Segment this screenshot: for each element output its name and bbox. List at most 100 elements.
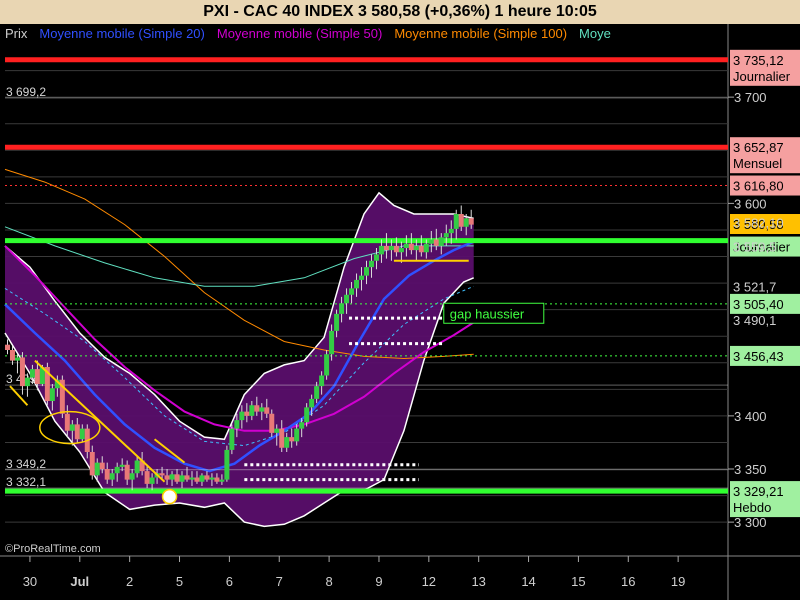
x-tick-label: 8 [325,574,332,589]
candle-body [428,239,434,244]
candle-body [279,428,285,448]
candle-body [214,477,220,482]
candle-body [4,344,10,350]
y-faint-label: 3 582,10 [733,215,784,230]
legend-item: Moyenne mobile (Simple 50) [217,26,382,41]
candle-body [468,218,474,225]
candle-body [453,214,459,229]
legend-item: Prix [5,26,28,41]
x-tick-label: 13 [471,574,485,589]
level-left-label: 3 332,1 [6,475,46,489]
level-sublabel: Journalier [733,69,791,84]
level-label: 3 329,21 [733,484,784,499]
candle-body [393,245,399,253]
level-label: 3 505,40 [733,297,784,312]
candle-body [9,350,15,361]
candle-body [249,405,255,416]
candle-body [398,248,404,253]
candle-body [109,473,115,480]
candle-body [364,267,369,276]
x-tick-label: Jul [70,574,89,589]
candle-body [418,245,424,253]
candle-body [234,420,240,429]
candle-body [309,398,315,408]
candle-body [174,474,180,482]
candle-body [438,237,444,246]
candle-body [89,452,95,476]
candle-body [99,462,105,469]
level-sublabel: Hebdo [733,500,771,515]
x-tick-label: 2 [126,574,133,589]
candle-body [29,369,35,378]
candle-body [314,386,320,399]
candle-body [423,243,429,253]
level-label: 3 616,80 [733,179,784,194]
candle-body [229,428,235,450]
candle-body [269,413,275,433]
legend: Prix Moyenne mobile (Simple 20) Moyenne mo… [5,26,611,41]
candle-body [443,233,449,238]
signal-circle [161,488,178,505]
legend-item: Moye [579,26,611,41]
level-left-label: 3 699,2 [6,85,46,99]
candle-body [284,437,290,448]
candle-body [378,245,384,255]
y-tick-label: 3 600 [734,196,767,211]
candle-body [199,475,205,482]
candle-body [388,245,394,251]
chart-title: PXI - CAC 40 INDEX 3 580,58 (+0,36%) 1 h… [0,0,800,24]
candle-body [94,462,100,476]
candle-body [304,407,310,423]
level-label: 3 735,12 [733,53,784,68]
candle-body [69,424,75,431]
candle-body [299,422,305,429]
candle-body [49,388,55,401]
watermark: ©ProRealTime.com [5,543,101,555]
level-label: 3 456,43 [733,349,784,364]
candle-body [19,357,25,387]
x-tick-label: 14 [521,574,535,589]
gap-annotation-label: gap haussier [450,306,525,321]
candle-body [194,477,200,482]
candle-body [344,294,350,304]
x-tick-label: 19 [671,574,685,589]
y-tick-label: 3 700 [734,90,767,105]
x-tick-label: 7 [276,574,283,589]
candle-body [334,313,340,331]
candle-body [274,428,280,433]
candle-body [34,369,40,384]
candle-body [259,407,265,412]
candle-body [124,464,130,480]
x-tick-label: 12 [422,574,436,589]
candle-body [184,475,190,480]
legend-item: Moyenne mobile (Simple 20) [39,26,204,41]
candle-body [383,245,389,251]
candle-body [354,279,360,289]
candle-body [448,228,454,234]
candle-body [289,437,295,442]
candle-body [339,303,345,314]
level-left-label: 3 349,2 [6,457,46,471]
y-tick-label: 3 400 [734,409,767,424]
candle-body [413,245,419,251]
y-tick-label: 3 350 [734,462,767,477]
candle-body [219,479,225,482]
candle-body [79,428,85,440]
candle-body [433,239,439,246]
x-tick-label: 9 [375,574,382,589]
legend-item: Moyenne mobile (Simple 100) [394,26,567,41]
x-tick-label: 6 [226,574,233,589]
candle-body [254,405,260,412]
candle-body [264,407,270,414]
y-faint-label: 3 559,5 [733,239,776,254]
candle-body [189,477,195,480]
candle-body [169,474,175,480]
candle-body [324,354,330,376]
price-chart[interactable]: 3 735,12Journalier 3 699,2 3 652,87Mensuel… [0,24,800,600]
candle-body [204,475,210,480]
candle-body [134,460,140,474]
x-tick-label: 16 [621,574,635,589]
candle-body [463,218,469,227]
x-tick-label: 5 [176,574,183,589]
candle-body [239,411,245,421]
